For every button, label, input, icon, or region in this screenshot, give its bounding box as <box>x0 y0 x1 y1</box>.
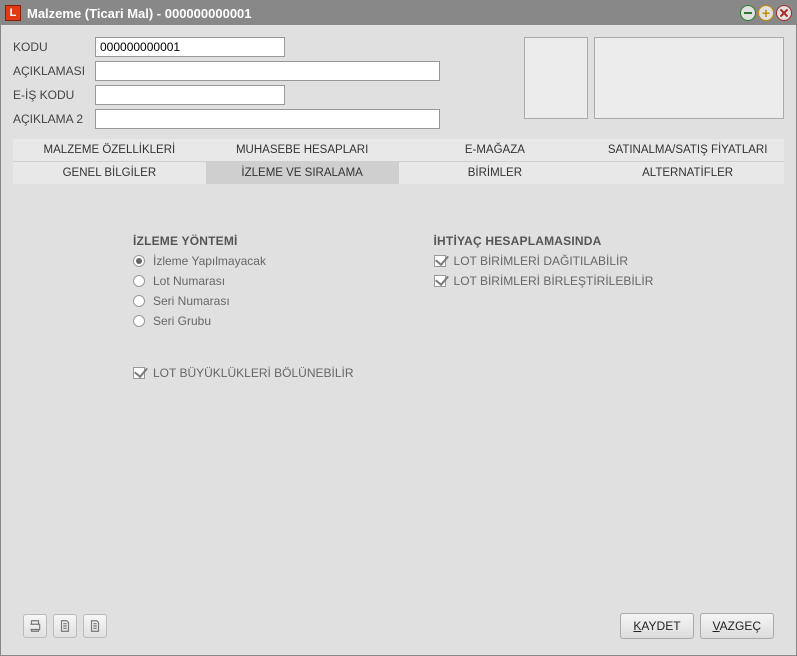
upper-panel: KODU AÇIKLAMASI E-İŞ KODU AÇIKLAMA 2 <box>13 37 784 133</box>
app-icon: L <box>5 5 21 21</box>
tabs: MALZEME ÖZELLİKLERİ MUHASEBE HESAPLARI E… <box>13 139 784 184</box>
cancel-label-rest: AZGEÇ <box>720 619 761 633</box>
aciklama2-label: AÇIKLAMA 2 <box>13 112 95 126</box>
titlebar: L Malzeme (Ticari Mal) - 000000000001 <box>1 1 796 25</box>
tab-alternatifler[interactable]: ALTERNATİFLER <box>591 162 784 184</box>
radio-icon <box>133 275 145 287</box>
cancel-button[interactable]: VAZGEÇ <box>700 613 774 639</box>
tab-izleme-siralama[interactable]: İZLEME VE SIRALAMA <box>206 162 399 184</box>
radio-label: İzleme Yapılmayacak <box>153 254 266 268</box>
izleme-group: İZLEME YÖNTEMİ İzleme Yapılmayacak Lot N… <box>133 234 354 386</box>
image-box-large[interactable] <box>594 37 784 119</box>
radio-seri-numarasi[interactable]: Seri Numarası <box>133 294 354 308</box>
save-label-rest: AYDET <box>641 619 680 633</box>
window: L Malzeme (Ticari Mal) - 000000000001 KO… <box>0 0 797 656</box>
tab-row-1: MALZEME ÖZELLİKLERİ MUHASEBE HESAPLARI E… <box>13 139 784 162</box>
close-button[interactable] <box>776 5 792 21</box>
save-button[interactable]: KAYDET <box>620 613 693 639</box>
radio-label: Lot Numarası <box>153 274 225 288</box>
check-icon <box>133 367 145 379</box>
izleme-title: İZLEME YÖNTEMİ <box>133 234 354 248</box>
radio-icon <box>133 255 145 267</box>
check-label: LOT BÜYÜKLÜKLERİ BÖLÜNEBİLİR <box>153 366 354 380</box>
ihtiyac-title: İHTİYAÇ HESAPLAMASINDA <box>434 234 654 248</box>
aciklama2-input[interactable] <box>95 109 440 129</box>
check-icon <box>434 255 446 267</box>
check-lot-buyuklukleri[interactable]: LOT BÜYÜKLÜKLERİ BÖLÜNEBİLİR <box>133 366 354 380</box>
check-label: LOT BİRİMLERİ DAĞITILABİLİR <box>454 254 629 268</box>
eis-kodu-label: E-İŞ KODU <box>13 88 95 102</box>
maximize-button[interactable] <box>758 5 774 21</box>
form-area: KODU AÇIKLAMASI E-İŞ KODU AÇIKLAMA 2 <box>13 37 512 133</box>
check-lot-birlestirilebilir[interactable]: LOT BİRİMLERİ BİRLEŞTİRİLEBİLİR <box>434 274 654 288</box>
kodu-label: KODU <box>13 40 95 54</box>
tab-satinalma-satis[interactable]: SATINALMA/SATIŞ FİYATLARI <box>591 139 784 161</box>
aciklamasi-input[interactable] <box>95 61 440 81</box>
check-label: LOT BİRİMLERİ BİRLEŞTİRİLEBİLİR <box>454 274 654 288</box>
tab-e-magaza[interactable]: E-MAĞAZA <box>399 139 592 161</box>
radio-label: Seri Numarası <box>153 294 230 308</box>
check-icon <box>434 275 446 287</box>
print-icon <box>28 619 42 633</box>
minimize-button[interactable] <box>740 5 756 21</box>
radio-seri-grubu[interactable]: Seri Grubu <box>133 314 354 328</box>
doc2-button[interactable] <box>83 614 107 638</box>
tab-muhasebe-hesaplari[interactable]: MUHASEBE HESAPLARI <box>206 139 399 161</box>
tab-row-2: GENEL BİLGİLER İZLEME VE SIRALAMA BİRİML… <box>13 162 784 184</box>
radio-icon <box>133 295 145 307</box>
kodu-input[interactable] <box>95 37 285 57</box>
window-title: Malzeme (Ticari Mal) - 000000000001 <box>27 6 740 21</box>
check-lot-dagitilabilir[interactable]: LOT BİRİMLERİ DAĞITILABİLİR <box>434 254 654 268</box>
eis-kodu-input[interactable] <box>95 85 285 105</box>
image-boxes <box>524 37 784 133</box>
radio-lot-numarasi[interactable]: Lot Numarası <box>133 274 354 288</box>
radio-icon <box>133 315 145 327</box>
aciklamasi-label: AÇIKLAMASI <box>13 64 95 78</box>
content: KODU AÇIKLAMASI E-İŞ KODU AÇIKLAMA 2 <box>1 25 796 655</box>
tab-panel-izleme: İZLEME YÖNTEMİ İzleme Yapılmayacak Lot N… <box>13 184 784 607</box>
radio-izleme-yapilmayacak[interactable]: İzleme Yapılmayacak <box>133 254 354 268</box>
tab-birimler[interactable]: BİRİMLER <box>399 162 592 184</box>
window-buttons <box>740 5 792 21</box>
document-icon <box>88 619 102 633</box>
image-box-small[interactable] <box>524 37 588 119</box>
ihtiyac-group: İHTİYAÇ HESAPLAMASINDA LOT BİRİMLERİ DAĞ… <box>434 234 654 294</box>
doc1-button[interactable] <box>53 614 77 638</box>
print-button[interactable] <box>23 614 47 638</box>
footer: KAYDET VAZGEÇ <box>13 607 784 649</box>
tab-genel-bilgiler[interactable]: GENEL BİLGİLER <box>13 162 206 184</box>
tab-malzeme-ozellikleri[interactable]: MALZEME ÖZELLİKLERİ <box>13 139 206 161</box>
document-icon <box>58 619 72 633</box>
radio-label: Seri Grubu <box>153 314 211 328</box>
